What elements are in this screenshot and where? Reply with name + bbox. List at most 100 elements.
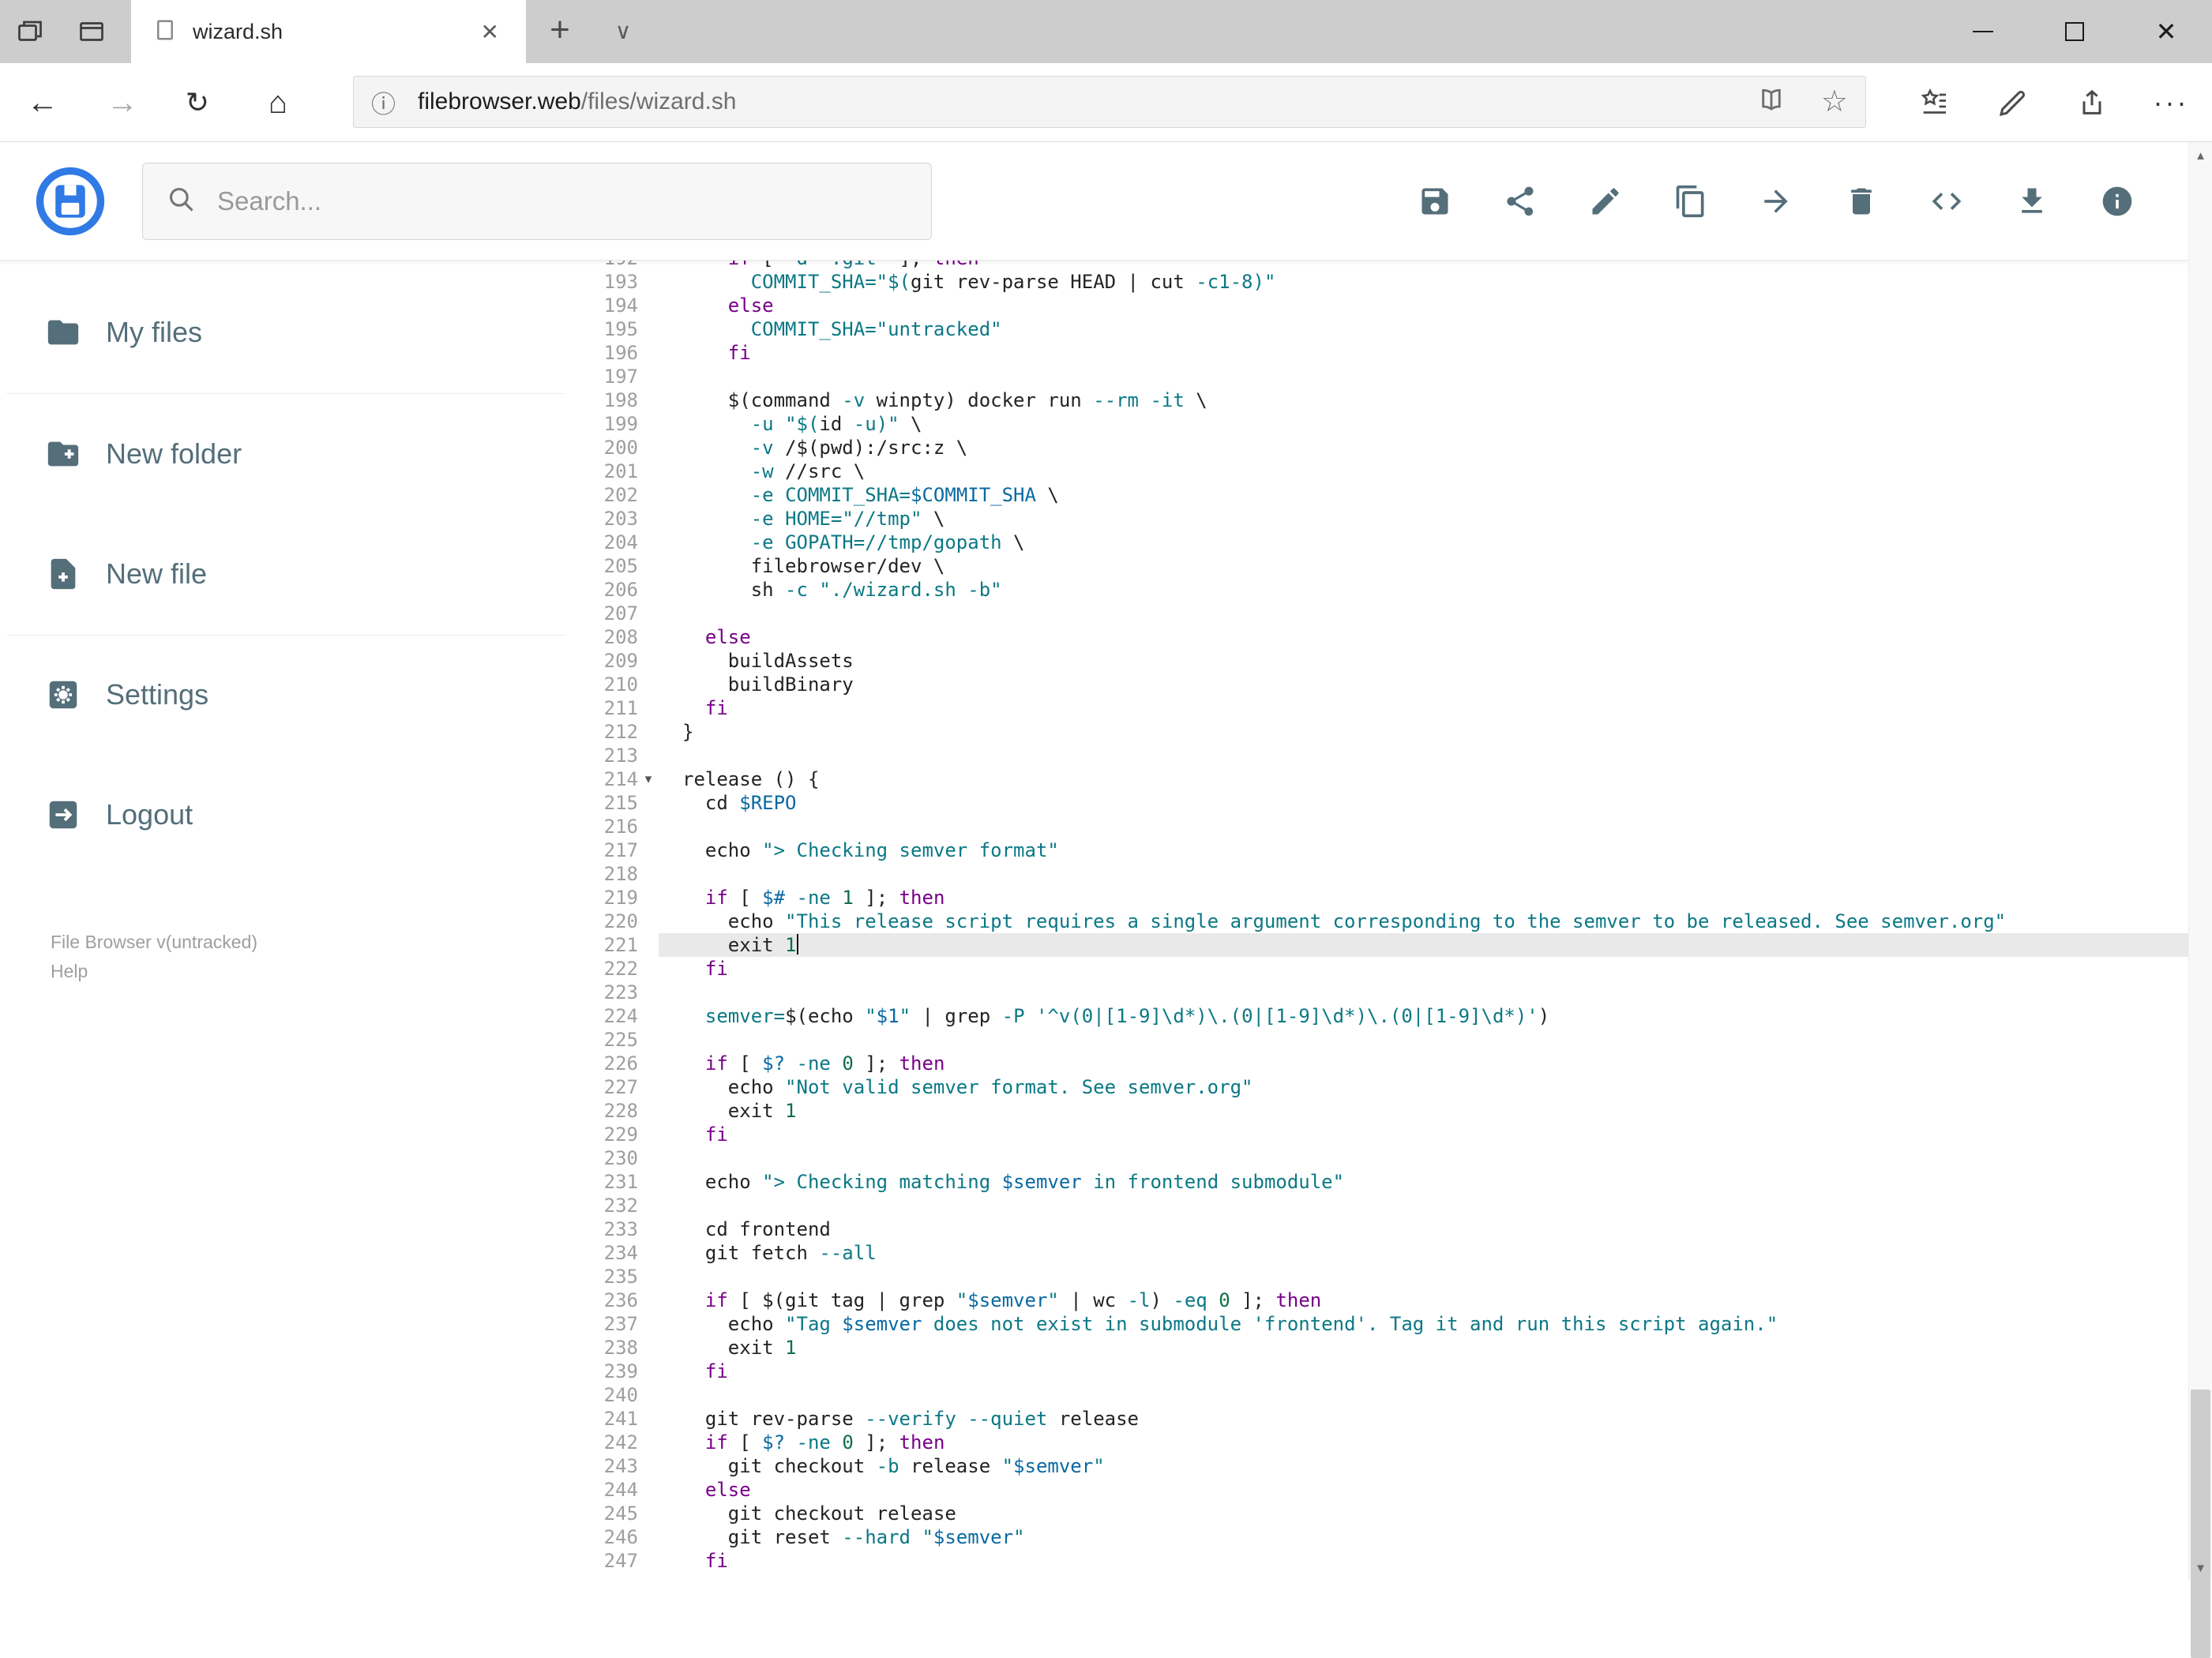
code-line[interactable]: $(command -v winpty) docker run --rm -it… [659, 388, 2188, 412]
code-line[interactable]: if [ $(git tag | grep "$semver" | wc -l)… [659, 1289, 2188, 1312]
raw-code-button[interactable] [1904, 159, 1989, 244]
maximize-button[interactable] [2029, 0, 2120, 63]
help-link[interactable]: Help [51, 957, 257, 986]
code-line[interactable]: fi [659, 1360, 2188, 1383]
code-line[interactable] [659, 365, 2188, 388]
code-line[interactable]: exit 1 [659, 933, 2188, 957]
close-window-button[interactable]: ✕ [2120, 0, 2212, 63]
code-line[interactable]: fi [659, 957, 2188, 981]
code-line[interactable]: -v /$(pwd):/src:z \ [659, 436, 2188, 460]
page-scrollbar[interactable]: ▲ ▼ [2188, 142, 2212, 1658]
address-bar[interactable]: ⓘ filebrowser.web/files/wizard.sh ☆ [353, 76, 1866, 128]
code-line[interactable]: exit 1 [659, 1099, 2188, 1123]
sidebar-item-new-folder[interactable]: New folder [45, 414, 242, 493]
set-tabs-aside-icon[interactable] [16, 17, 44, 46]
share-file-button[interactable] [1478, 159, 1563, 244]
code-line[interactable]: release () { [659, 767, 2188, 791]
scroll-down-arrow-icon[interactable]: ▼ [2189, 1555, 2212, 1581]
editor-code[interactable]: if [ -d ".git" ]; then COMMIT_SHA="$(git… [659, 261, 2188, 1573]
download-button[interactable] [1989, 159, 2075, 244]
scrollbar-thumb[interactable] [2191, 1390, 2210, 1658]
code-line[interactable]: fi [659, 341, 2188, 365]
share-button[interactable] [2052, 63, 2131, 142]
code-line[interactable]: if [ -d ".git" ]; then [659, 261, 2188, 270]
code-line[interactable] [659, 602, 2188, 625]
tab-list-chevron-icon[interactable]: ∨ [600, 0, 646, 63]
code-line[interactable]: if [ $? -ne 0 ]; then [659, 1052, 2188, 1075]
copy-button[interactable] [1648, 159, 1733, 244]
code-line[interactable]: else [659, 294, 2188, 317]
new-tab-button[interactable]: + [537, 0, 583, 63]
more-menu-button[interactable]: ··· [2131, 63, 2210, 142]
code-line[interactable]: exit 1 [659, 1336, 2188, 1360]
web-note-pen-button[interactable] [1974, 63, 2052, 142]
code-line[interactable]: echo "Not valid semver format. See semve… [659, 1075, 2188, 1099]
code-line[interactable]: echo "> Checking semver format" [659, 838, 2188, 862]
code-line[interactable] [659, 815, 2188, 838]
code-line[interactable]: -w //src \ [659, 460, 2188, 483]
code-line[interactable]: cd frontend [659, 1217, 2188, 1241]
url-text[interactable]: filebrowser.web/files/wizard.sh [418, 88, 1756, 115]
browser-tab[interactable]: wizard.sh ✕ [131, 0, 526, 63]
forward-button[interactable]: → [99, 63, 146, 142]
back-button[interactable]: ← [19, 63, 66, 142]
code-line[interactable] [659, 981, 2188, 1004]
code-line[interactable] [659, 862, 2188, 886]
code-line[interactable] [659, 1146, 2188, 1170]
sidebar-item-my-files[interactable]: My files [45, 293, 202, 372]
code-line[interactable]: fi [659, 1549, 2188, 1573]
scroll-up-arrow-icon[interactable]: ▲ [2189, 142, 2212, 169]
code-line[interactable]: git checkout release [659, 1502, 2188, 1525]
code-line[interactable]: COMMIT_SHA="$(git rev-parse HEAD | cut -… [659, 270, 2188, 294]
code-line[interactable]: buildBinary [659, 673, 2188, 696]
sidebar-item-settings[interactable]: Settings [45, 655, 208, 734]
refresh-button[interactable]: ↻ [174, 63, 221, 142]
code-line[interactable]: git checkout -b release "$semver" [659, 1454, 2188, 1478]
sidebar-item-logout[interactable]: Logout [45, 775, 193, 854]
code-line[interactable]: cd $REPO [659, 791, 2188, 815]
code-line[interactable]: git fetch --all [659, 1241, 2188, 1265]
code-line[interactable]: -u "$(id -u)" \ [659, 412, 2188, 436]
tab-preview-icon[interactable] [77, 17, 106, 46]
filebrowser-logo[interactable] [35, 166, 106, 237]
code-line[interactable] [659, 1028, 2188, 1052]
hub-favorites-button[interactable] [1895, 63, 1974, 142]
home-button[interactable]: ⌂ [254, 63, 302, 142]
code-line[interactable] [659, 744, 2188, 767]
search-input[interactable] [217, 186, 907, 216]
code-line[interactable]: echo "> Checking matching $semver in fro… [659, 1170, 2188, 1194]
minimize-button[interactable] [1937, 0, 2029, 63]
code-line[interactable]: if [ $? -ne 0 ]; then [659, 1431, 2188, 1454]
save-button[interactable] [1392, 159, 1478, 244]
code-line[interactable]: } [659, 720, 2188, 744]
code-line[interactable]: git rev-parse --verify --quiet release [659, 1407, 2188, 1431]
code-line[interactable]: -e COMMIT_SHA=$COMMIT_SHA \ [659, 483, 2188, 507]
delete-button[interactable] [1819, 159, 1904, 244]
fold-arrow-icon[interactable]: ▾ [638, 767, 659, 791]
move-button[interactable] [1733, 159, 1819, 244]
code-line[interactable] [659, 1194, 2188, 1217]
sidebar-item-new-file[interactable]: New file [45, 535, 207, 613]
code-line[interactable]: echo "This release script requires a sin… [659, 910, 2188, 933]
code-editor[interactable]: 1921931941951961971981992002012022032042… [572, 261, 2188, 1581]
code-line[interactable]: semver=$(echo "$1" | grep -P '^v(0|[1-9]… [659, 1004, 2188, 1028]
code-line[interactable] [659, 1265, 2188, 1289]
code-line[interactable] [659, 1383, 2188, 1407]
code-line[interactable]: sh -c "./wizard.sh -b" [659, 578, 2188, 602]
code-line[interactable]: git reset --hard "$semver" [659, 1525, 2188, 1549]
code-line[interactable]: fi [659, 1123, 2188, 1146]
code-line[interactable]: if [ $# -ne 1 ]; then [659, 886, 2188, 910]
code-line[interactable]: -e HOME="//tmp" \ [659, 507, 2188, 531]
site-info-icon[interactable]: ⓘ [371, 84, 396, 120]
info-button[interactable] [2075, 159, 2160, 244]
code-line[interactable]: fi [659, 696, 2188, 720]
add-favorite-star-icon[interactable]: ☆ [1821, 87, 1848, 117]
code-line[interactable]: -e GOPATH=//tmp/gopath \ [659, 531, 2188, 554]
reading-view-icon[interactable] [1756, 85, 1786, 119]
code-line[interactable]: echo "Tag $semver does not exist in subm… [659, 1312, 2188, 1336]
code-line[interactable]: COMMIT_SHA="untracked" [659, 317, 2188, 341]
code-line[interactable]: buildAssets [659, 649, 2188, 673]
rename-button[interactable] [1563, 159, 1648, 244]
code-line[interactable]: else [659, 625, 2188, 649]
code-line[interactable]: filebrowser/dev \ [659, 554, 2188, 578]
